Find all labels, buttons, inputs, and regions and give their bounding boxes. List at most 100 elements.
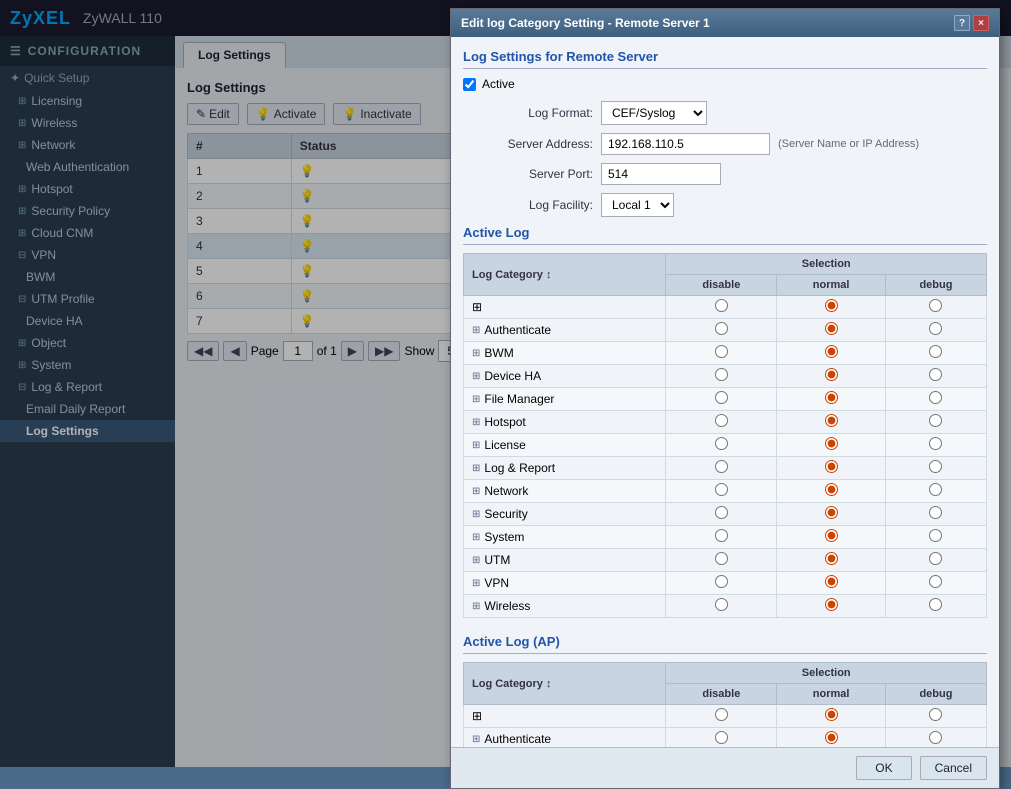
- cat-normal-radio[interactable]: [825, 506, 838, 519]
- cat-normal-cell: [777, 595, 886, 618]
- cat-normal-radio[interactable]: [825, 575, 838, 588]
- log-category-col-header: Log Category ↕: [464, 254, 666, 296]
- ok-button[interactable]: OK: [856, 756, 911, 780]
- cat-disable-radio[interactable]: [715, 391, 728, 404]
- cat-debug-radio[interactable]: [929, 552, 942, 565]
- cat-disable-radio[interactable]: [715, 506, 728, 519]
- cat-disable-radio[interactable]: [715, 529, 728, 542]
- cat-normal-cell: [777, 342, 886, 365]
- cat-normal-cell: [777, 457, 886, 480]
- all-normal-radio[interactable]: [825, 299, 838, 312]
- cat-disable-radio[interactable]: [715, 322, 728, 335]
- log-facility-select[interactable]: Local 0 Local 1 Local 2 Local 3 Local 4 …: [601, 193, 674, 217]
- cat-normal-cell: [777, 480, 886, 503]
- cat-normal-radio[interactable]: [825, 345, 838, 358]
- cat-normal-radio[interactable]: [825, 391, 838, 404]
- all-disable-radio[interactable]: [715, 299, 728, 312]
- cat-disable-radio[interactable]: [715, 598, 728, 611]
- cat-normal-radio[interactable]: [825, 460, 838, 473]
- ap-cat-name: Authenticate: [484, 732, 551, 746]
- cat-expand-icon[interactable]: ⊞: [472, 440, 480, 451]
- ap-cat-expand-icon[interactable]: ⊞: [472, 734, 480, 745]
- cat-debug-radio[interactable]: [929, 368, 942, 381]
- active-checkbox[interactable]: [463, 78, 476, 91]
- cat-debug-radio[interactable]: [929, 575, 942, 588]
- cat-name: VPN: [484, 576, 509, 590]
- server-address-input[interactable]: [601, 133, 770, 155]
- cat-normal-radio[interactable]: [825, 322, 838, 335]
- cat-disable-radio[interactable]: [715, 575, 728, 588]
- cat-disable-radio[interactable]: [715, 437, 728, 450]
- ap-disable-col-header: disable: [666, 684, 777, 705]
- cat-debug-cell: [885, 434, 986, 457]
- cat-normal-radio[interactable]: [825, 552, 838, 565]
- cat-debug-radio[interactable]: [929, 506, 942, 519]
- cat-expand-icon[interactable]: ⊞: [472, 601, 480, 612]
- cat-disable-cell: [666, 480, 777, 503]
- cat-expand-icon[interactable]: ⊞: [472, 394, 480, 405]
- cat-disable-cell: [666, 457, 777, 480]
- cat-name-cell: ⊞ Wireless: [464, 595, 666, 618]
- cat-disable-radio[interactable]: [715, 483, 728, 496]
- cat-normal-radio[interactable]: [825, 368, 838, 381]
- modal-help-button[interactable]: ?: [954, 15, 970, 31]
- cat-debug-radio[interactable]: [929, 598, 942, 611]
- all-debug-cell: [885, 296, 986, 319]
- cat-debug-radio[interactable]: [929, 322, 942, 335]
- log-format-select[interactable]: CEF/Syslog VRPT/Syslog Syslog: [601, 101, 707, 125]
- cancel-button[interactable]: Cancel: [920, 756, 987, 780]
- ap-cat-debug-radio[interactable]: [929, 731, 942, 744]
- cat-expand-icon[interactable]: ⊞: [472, 325, 480, 336]
- ap-normal-col-header: normal: [777, 684, 886, 705]
- log-format-row: Log Format: CEF/Syslog VRPT/Syslog Syslo…: [463, 101, 987, 125]
- cat-normal-radio[interactable]: [825, 529, 838, 542]
- cat-expand-icon[interactable]: ⊞: [472, 486, 480, 497]
- ap-debug-col-header: debug: [885, 684, 986, 705]
- cat-expand-icon[interactable]: ⊞: [472, 348, 480, 359]
- cat-debug-radio[interactable]: [929, 529, 942, 542]
- cat-debug-cell: [885, 595, 986, 618]
- cat-name: Authenticate: [484, 323, 551, 337]
- cat-debug-radio[interactable]: [929, 483, 942, 496]
- cat-debug-radio[interactable]: [929, 345, 942, 358]
- cat-debug-radio[interactable]: [929, 460, 942, 473]
- cat-normal-cell: [777, 572, 886, 595]
- cat-normal-radio[interactable]: [825, 598, 838, 611]
- cat-debug-radio[interactable]: [929, 391, 942, 404]
- list-item: ⊞ Device HA: [464, 365, 987, 388]
- log-format-label: Log Format:: [463, 106, 593, 120]
- cat-normal-radio[interactable]: [825, 414, 838, 427]
- all-debug-radio[interactable]: [929, 299, 942, 312]
- cat-expand-icon[interactable]: ⊞: [472, 463, 480, 474]
- cat-expand-icon[interactable]: ⊞: [472, 371, 480, 382]
- ap-all-normal-radio[interactable]: [825, 708, 838, 721]
- list-item: ⊞ UTM: [464, 549, 987, 572]
- server-port-input[interactable]: [601, 163, 721, 185]
- cat-expand-icon[interactable]: ⊞: [472, 555, 480, 566]
- cat-debug-radio[interactable]: [929, 414, 942, 427]
- cat-disable-radio[interactable]: [715, 345, 728, 358]
- cat-debug-radio[interactable]: [929, 437, 942, 450]
- ap-cat-normal-radio[interactable]: [825, 731, 838, 744]
- cat-expand-icon[interactable]: ⊞: [472, 509, 480, 520]
- modal-title: Edit log Category Setting - Remote Serve…: [461, 16, 710, 30]
- ap-cat-disable-radio[interactable]: [715, 731, 728, 744]
- server-port-label: Server Port:: [463, 167, 593, 181]
- cat-expand-icon[interactable]: ⊞: [472, 578, 480, 589]
- cat-disable-radio[interactable]: [715, 460, 728, 473]
- all-disable-cell: [666, 296, 777, 319]
- cat-disable-radio[interactable]: [715, 414, 728, 427]
- cat-disable-radio[interactable]: [715, 552, 728, 565]
- modal-close-button[interactable]: ×: [973, 15, 989, 31]
- ap-all-disable-radio[interactable]: [715, 708, 728, 721]
- cat-expand-icon[interactable]: ⊞: [472, 532, 480, 543]
- cat-name: Network: [484, 484, 528, 498]
- ap-all-debug-radio[interactable]: [929, 708, 942, 721]
- cat-normal-radio[interactable]: [825, 483, 838, 496]
- cat-normal-radio[interactable]: [825, 437, 838, 450]
- cat-disable-radio[interactable]: [715, 368, 728, 381]
- ap-cat-disable-cell: [666, 728, 777, 748]
- cat-expand-icon[interactable]: ⊞: [472, 417, 480, 428]
- log-facility-row: Log Facility: Local 0 Local 1 Local 2 Lo…: [463, 193, 987, 217]
- list-item: ⊞ Authenticate: [464, 728, 987, 748]
